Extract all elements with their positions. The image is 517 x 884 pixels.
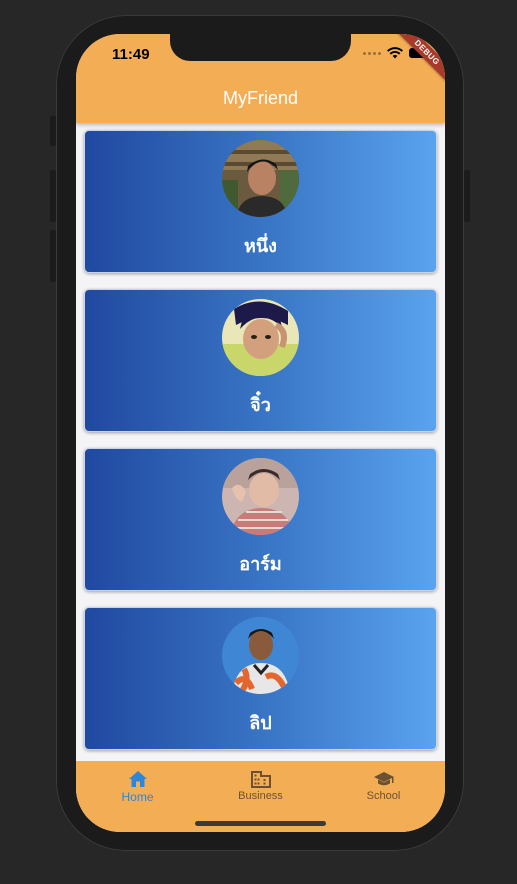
business-icon bbox=[250, 771, 271, 788]
nav-home[interactable]: Home bbox=[76, 761, 199, 832]
nav-school-label: School bbox=[366, 790, 401, 802]
app-bar: 11:49 DEBUG MyFriend bbox=[76, 34, 445, 123]
volume-up-button bbox=[50, 170, 56, 222]
power-button bbox=[464, 170, 470, 222]
mute-switch bbox=[50, 116, 56, 146]
nav-business-label: Business bbox=[238, 790, 283, 802]
friend-name: จิ๋ว bbox=[250, 395, 271, 415]
friend-avatar bbox=[222, 299, 299, 376]
nav-home-label: Home bbox=[121, 790, 154, 804]
nav-school[interactable]: School bbox=[322, 761, 445, 832]
friend-name: อาร์ม bbox=[239, 554, 282, 574]
home-indicator[interactable] bbox=[195, 821, 326, 826]
friend-card[interactable]: จิ๋ว bbox=[84, 289, 437, 432]
friend-card[interactable]: ลิป bbox=[84, 607, 437, 750]
friend-list[interactable]: หนึ่ง จิ๋ว อาร์ม ลิป bbox=[84, 130, 437, 766]
friend-card[interactable]: อาร์ม bbox=[84, 448, 437, 591]
home-icon bbox=[128, 771, 147, 787]
volume-down-button bbox=[50, 230, 56, 282]
friend-name: ลิป bbox=[249, 713, 272, 733]
notch bbox=[170, 34, 351, 61]
friend-card[interactable]: หนึ่ง bbox=[84, 130, 437, 273]
school-icon bbox=[373, 772, 394, 786]
status-time: 11:49 bbox=[112, 46, 150, 63]
friend-avatar bbox=[222, 140, 299, 217]
friend-avatar bbox=[222, 617, 299, 694]
friend-name: หนึ่ง bbox=[244, 236, 277, 256]
app-screen: 11:49 DEBUG MyFriend หนึ่ง จิ๋ว อาร์ม ลิ… bbox=[76, 34, 445, 832]
friend-avatar bbox=[222, 458, 299, 535]
signal-icon bbox=[363, 51, 381, 55]
wifi-icon bbox=[387, 47, 403, 59]
debug-banner: DEBUG bbox=[389, 34, 445, 90]
app-title: MyFriend bbox=[222, 88, 298, 108]
